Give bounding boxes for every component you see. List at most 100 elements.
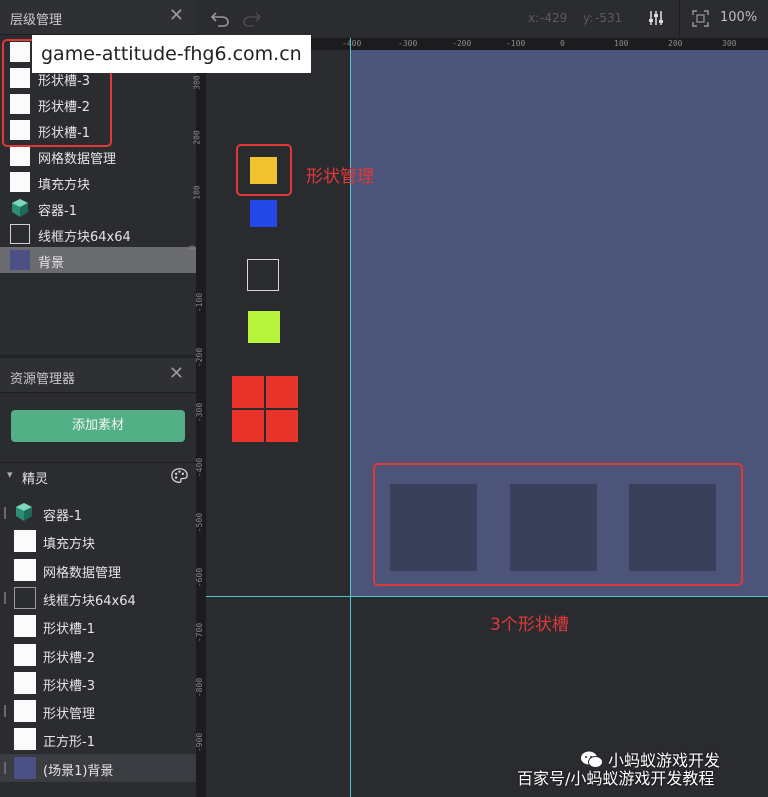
asset-item-label: 形状管理	[43, 707, 96, 723]
asset-item[interactable]: (场景1)背景	[0, 753, 196, 782]
asset-item[interactable]: 正方形-1	[0, 725, 196, 753]
asset-item[interactable]: 形状槽-2	[0, 641, 196, 669]
ruler-tick-label: 200	[668, 39, 683, 48]
hierarchy-item[interactable]: 背景	[0, 247, 196, 273]
hierarchy-item[interactable]: 容器-1	[0, 195, 196, 221]
wireframe-square-shape[interactable]	[247, 259, 279, 291]
assets-panel-header: 资源管理器 ✕	[0, 358, 196, 393]
lime-square-shape[interactable]	[248, 311, 280, 343]
ruler-tick-label: 0	[560, 39, 565, 48]
zoom-level[interactable]: 100%	[720, 10, 757, 25]
sprite-thumbnail	[14, 671, 36, 694]
hierarchy-panel-title: 层级管理	[10, 13, 63, 28]
asset-item[interactable]: 容器-1	[0, 499, 196, 527]
ruler-tick-label: -500	[195, 512, 205, 533]
drag-handle[interactable]	[4, 591, 6, 604]
asset-item-label: (场景1)背景	[43, 763, 114, 779]
undo-icon[interactable]	[210, 10, 230, 28]
hierarchy-item-label: 容器-1	[38, 204, 77, 219]
scene-canvas[interactable]: -600 -500 -400 -300 -200 -100 0 100 200 300 300 20…	[188, 38, 768, 797]
ruler-tick-label: -300	[195, 402, 205, 423]
hierarchy-item[interactable]: 线框方块64x64	[0, 221, 196, 247]
drag-handle[interactable]	[4, 705, 6, 718]
credit-line-2: 百家号/小蚂蚁游戏开发教程	[517, 769, 715, 788]
slots-highlight-box	[373, 463, 743, 586]
watermark-banner: game-attitude-fhg6.com.cn	[32, 35, 311, 73]
asset-item-label: 形状槽-3	[43, 678, 95, 694]
slots-annotation: 3个形状槽	[490, 615, 569, 635]
hierarchy-item[interactable]: 填充方块	[0, 169, 196, 195]
ruler-tick-label: -400	[342, 39, 362, 48]
sprite-thumbnail	[14, 615, 36, 638]
fit-screen-icon[interactable]	[692, 10, 709, 27]
sprite-section-header[interactable]: ▾ 精灵	[0, 462, 196, 489]
sprite-thumbnail	[10, 146, 30, 166]
asset-item-label: 填充方块	[43, 537, 96, 553]
shape-manager-highlight-box	[236, 144, 292, 196]
hierarchy-panel-header: 层级管理 ✕	[0, 0, 196, 35]
toolbar: x: -429 y: -531 100%	[196, 0, 768, 39]
drag-handle[interactable]	[4, 507, 6, 519]
asset-item-label: 正方形-1	[43, 735, 95, 751]
palette-icon[interactable]	[171, 467, 188, 484]
asset-item-label: 形状槽-1	[43, 622, 95, 638]
ruler-tick-label: -800	[195, 677, 205, 698]
vertical-guide-line	[350, 38, 351, 797]
ruler-tick-label: -600	[195, 567, 205, 588]
cube-icon	[14, 502, 36, 524]
close-icon[interactable]: ✕	[169, 5, 184, 26]
blue-square-shape[interactable]	[250, 200, 277, 227]
sprite-section-label: 精灵	[22, 472, 49, 487]
ruler-tick-label: -100	[506, 39, 526, 48]
ruler-tick-label: -100	[195, 292, 205, 313]
asset-item[interactable]: 填充方块	[0, 527, 196, 555]
ruler-tick-label: -200	[452, 39, 472, 48]
hierarchy-item-label: 背景	[38, 256, 65, 271]
asset-item[interactable]: 形状管理	[0, 697, 196, 725]
redo-icon[interactable]	[242, 10, 262, 28]
asset-item-label: 线框方块64x64	[43, 593, 136, 609]
asset-item[interactable]: 形状槽-1	[0, 612, 196, 640]
sprite-thumbnail	[10, 250, 30, 270]
asset-item[interactable]: 网格数据管理	[0, 556, 196, 584]
red-square-shape[interactable]	[232, 376, 264, 408]
ruler-tick-label: -900	[195, 732, 205, 753]
y-coordinate-value: -531	[595, 11, 623, 25]
ruler-tick-label: 300	[722, 39, 737, 48]
sprite-thumbnail	[14, 586, 36, 609]
shape-manager-annotation: 形状管理	[306, 167, 374, 187]
hierarchy-item-label: 填充方块	[38, 178, 91, 193]
sprite-thumbnail	[14, 530, 36, 553]
sprite-thumbnail	[14, 700, 36, 723]
assets-panel: 资源管理器 ✕ 添加素材 ▾ 精灵 容器-1 填充方块网格数据管理线框方块64x6…	[0, 358, 197, 797]
ruler-tick-label: 100	[614, 39, 629, 48]
asset-item[interactable]: 线框方块64x64	[0, 584, 196, 612]
hierarchy-item-label: 线框方块64x64	[38, 230, 131, 245]
drag-handle[interactable]	[4, 761, 6, 774]
ruler-tick-label: -400	[195, 457, 205, 478]
hierarchy-item-label: 网格数据管理	[38, 152, 117, 167]
asset-item[interactable]: 形状槽-3	[0, 669, 196, 697]
ruler-tick-label: 100	[192, 185, 202, 200]
asset-item-label: 形状槽-2	[43, 650, 95, 666]
red-square-shape[interactable]	[232, 410, 264, 442]
asset-item-label: 容器-1	[43, 509, 82, 524]
ruler-tick-label: 200	[192, 130, 202, 145]
chevron-down-icon[interactable]: ▾	[7, 468, 13, 481]
sprite-thumbnail	[14, 756, 36, 779]
assets-panel-title: 资源管理器	[10, 372, 76, 387]
sliders-icon[interactable]	[647, 9, 665, 27]
add-asset-button[interactable]: 添加素材	[11, 410, 185, 442]
toolbar-divider	[679, 0, 680, 38]
ruler-tick-label: -300	[398, 39, 418, 48]
x-coordinate-value: -429	[540, 11, 568, 25]
red-square-shape[interactable]	[266, 410, 298, 442]
ruler-tick-label: 300	[192, 75, 202, 90]
sprite-thumbnail	[10, 172, 30, 192]
red-square-shape[interactable]	[266, 376, 298, 408]
ruler-tick-label: -700	[195, 622, 205, 643]
x-coordinate-label: x:	[528, 11, 540, 25]
ruler-tick-label: 0	[187, 245, 197, 250]
ruler-tick-label: -200	[195, 347, 205, 368]
close-icon[interactable]: ✕	[169, 363, 184, 384]
